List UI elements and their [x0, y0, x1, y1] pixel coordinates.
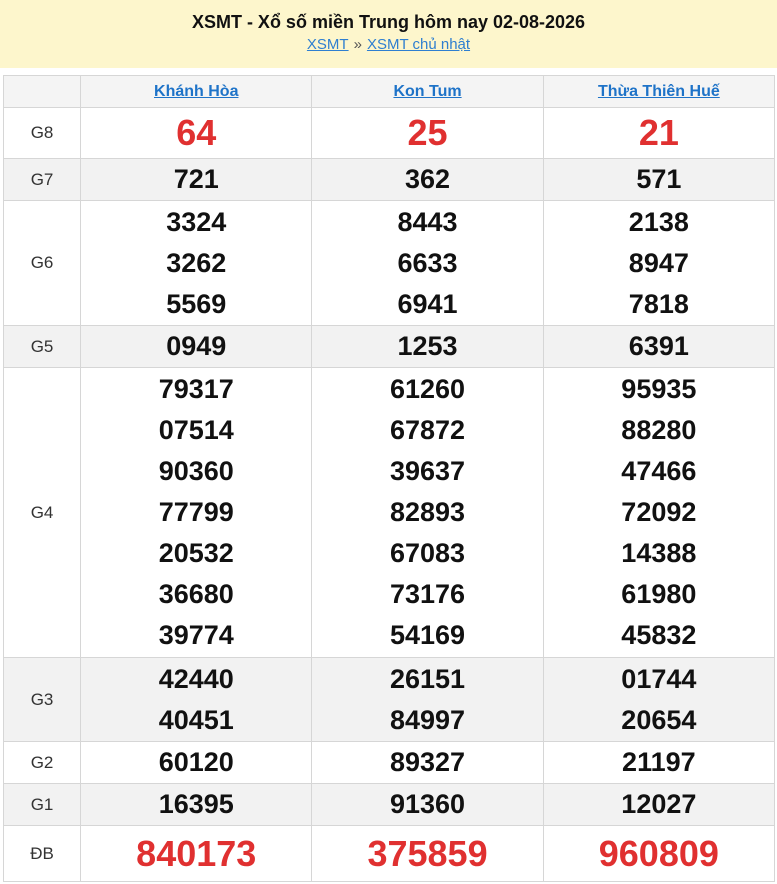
- result-number: 36680: [158, 579, 234, 609]
- province-link-thua-thien-hue[interactable]: Thừa Thiên Huế: [598, 83, 720, 100]
- prize-row-g3: G3 42440 40451 26151 84997 01744 20654: [2, 657, 776, 742]
- result-number: 8947: [628, 247, 689, 278]
- prize-label: G5: [2, 325, 82, 368]
- province-header-row: Khánh Hòa Kon Tum Thừa Thiên Huế: [2, 75, 776, 108]
- result-number: 0949: [80, 325, 313, 368]
- result-cell: 3324 3262 5569: [80, 200, 313, 326]
- result-number: 95935: [621, 374, 697, 404]
- result-number: 25: [311, 107, 544, 159]
- result-number: 54169: [389, 620, 466, 650]
- special-prize-number: 960809: [542, 825, 776, 882]
- result-number: 39774: [158, 620, 234, 650]
- province-link-kon-tum[interactable]: Kon Tum: [393, 83, 461, 100]
- breadcrumb: XSMT» XSMT chủ nhật: [0, 35, 777, 55]
- result-number: 61260: [389, 374, 466, 404]
- result-cell: 01744 20654: [542, 657, 776, 742]
- result-number: 6633: [397, 247, 458, 278]
- result-number: 39637: [389, 456, 466, 486]
- prize-label: G2: [2, 741, 82, 784]
- result-number: 7818: [628, 288, 689, 319]
- result-number: 2138: [628, 206, 689, 237]
- prize-label: G3: [2, 657, 82, 742]
- breadcrumb-link-xsmt[interactable]: XSMT: [307, 36, 349, 53]
- province-header: Kon Tum: [311, 75, 544, 108]
- prize-row-g4: G4 79317 07514 90360 77799 20532 36680 3…: [2, 367, 776, 658]
- result-cell: 8443 6633 6941: [311, 200, 544, 326]
- result-cell: 61260 67872 39637 82893 67083 73176 5416…: [311, 367, 544, 658]
- province-link-khanh-hoa[interactable]: Khánh Hòa: [154, 83, 238, 100]
- result-number: 64: [80, 107, 313, 159]
- result-number: 67083: [389, 538, 466, 568]
- prize-row-g5: G5 0949 1253 6391: [2, 325, 776, 368]
- result-number: 26151: [389, 663, 466, 694]
- result-number: 61980: [621, 579, 697, 609]
- result-number: 571: [542, 158, 776, 201]
- result-number: 77799: [158, 497, 234, 527]
- result-number: 5569: [166, 288, 227, 319]
- prize-label: G6: [2, 200, 82, 326]
- result-number: 721: [80, 158, 313, 201]
- result-number: 21: [542, 107, 776, 159]
- result-number: 16395: [80, 783, 313, 826]
- result-number: 07514: [158, 415, 234, 445]
- result-number: 79317: [158, 374, 234, 404]
- prize-row-special: ĐB 840173 375859 960809: [2, 825, 776, 882]
- result-number: 21197: [542, 741, 776, 784]
- breadcrumb-separator: »: [353, 36, 362, 53]
- corner-cell: [2, 75, 82, 108]
- prize-label: G8: [2, 107, 82, 159]
- result-cell: 79317 07514 90360 77799 20532 36680 3977…: [80, 367, 313, 658]
- result-cell: 42440 40451: [80, 657, 313, 742]
- page-title: XSMT - Xổ số miền Trung hôm nay 02-08-20…: [191, 12, 586, 32]
- result-number: 20654: [621, 704, 697, 735]
- prize-label: G1: [2, 783, 82, 826]
- result-number: 12027: [542, 783, 776, 826]
- result-number: 1253: [311, 325, 544, 368]
- result-cell: 26151 84997: [311, 657, 544, 742]
- breadcrumb-link-xsmt-sunday[interactable]: XSMT chủ nhật: [367, 36, 470, 53]
- special-prize-number: 375859: [311, 825, 544, 882]
- prize-row-g6: G6 3324 3262 5569 8443 6633 6941 2138 89…: [2, 200, 776, 326]
- result-number: 72092: [621, 497, 697, 527]
- result-number: 42440: [158, 663, 234, 694]
- result-number: 3324: [166, 206, 227, 237]
- result-number: 47466: [621, 456, 697, 486]
- province-header: Thừa Thiên Huế: [542, 75, 776, 108]
- result-number: 3262: [166, 247, 227, 278]
- result-number: 60120: [80, 741, 313, 784]
- result-number: 91360: [311, 783, 544, 826]
- prize-label: ĐB: [2, 825, 82, 882]
- result-number: 01744: [621, 663, 697, 694]
- result-number: 6391: [542, 325, 776, 368]
- result-number: 8443: [397, 206, 458, 237]
- prize-row-g7: G7 721 362 571: [2, 158, 776, 201]
- prize-label: G4: [2, 367, 82, 658]
- result-number: 67872: [389, 415, 466, 445]
- result-cell: 95935 88280 47466 72092 14388 61980 4583…: [542, 367, 776, 658]
- prize-row-g8: G8 64 25 21: [2, 107, 776, 159]
- result-number: 362: [311, 158, 544, 201]
- page-header: XSMT - Xổ số miền Trung hôm nay 02-08-20…: [0, 0, 777, 68]
- result-number: 90360: [158, 456, 234, 486]
- special-prize-number: 840173: [80, 825, 313, 882]
- result-number: 84997: [389, 704, 466, 735]
- result-number: 14388: [621, 538, 697, 568]
- results-table: Khánh Hòa Kon Tum Thừa Thiên Huế G8 64 2…: [2, 75, 776, 882]
- province-header: Khánh Hòa: [80, 75, 313, 108]
- result-number: 88280: [621, 415, 697, 445]
- result-number: 73176: [389, 579, 466, 609]
- result-number: 82893: [389, 497, 466, 527]
- result-cell: 2138 8947 7818: [542, 200, 776, 326]
- result-number: 45832: [621, 620, 697, 650]
- prize-row-g1: G1 16395 91360 12027: [2, 783, 776, 826]
- result-number: 6941: [397, 288, 458, 319]
- prize-row-g2: G2 60120 89327 21197: [2, 741, 776, 784]
- result-number: 89327: [311, 741, 544, 784]
- result-number: 40451: [158, 704, 234, 735]
- result-number: 20532: [158, 538, 234, 568]
- prize-label: G7: [2, 158, 82, 201]
